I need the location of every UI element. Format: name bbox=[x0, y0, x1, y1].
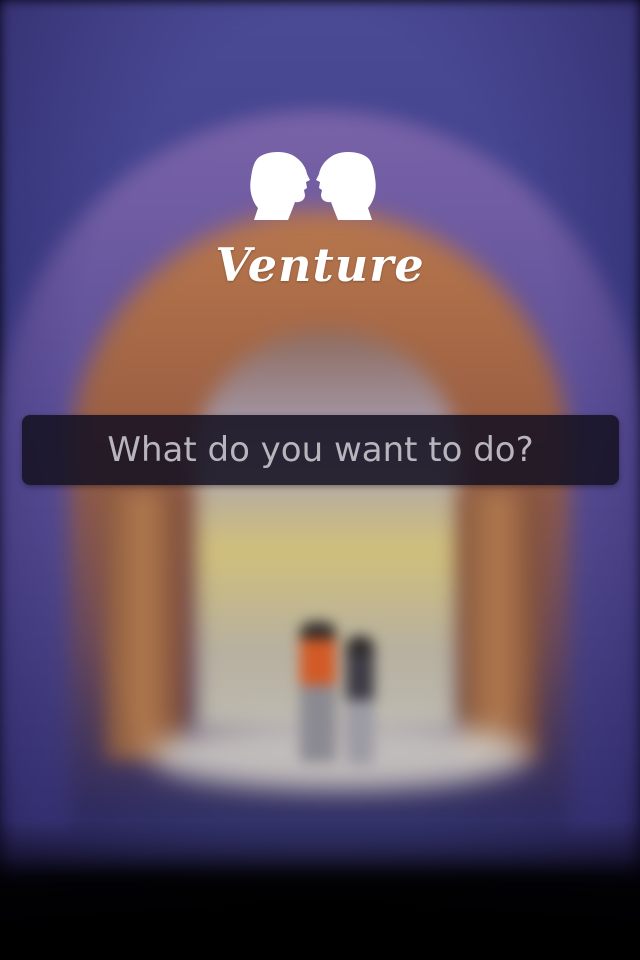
two-faces-silhouette-icon bbox=[250, 152, 376, 220]
activity-prompt-button[interactable]: What do you want to do? bbox=[22, 415, 619, 485]
activity-prompt-text: What do you want to do? bbox=[107, 430, 534, 470]
splash-screen: Venture What do you want to do? bbox=[0, 0, 640, 960]
app-logo-wordmark: Venture bbox=[215, 238, 425, 292]
background-bottom-shade bbox=[0, 820, 640, 960]
